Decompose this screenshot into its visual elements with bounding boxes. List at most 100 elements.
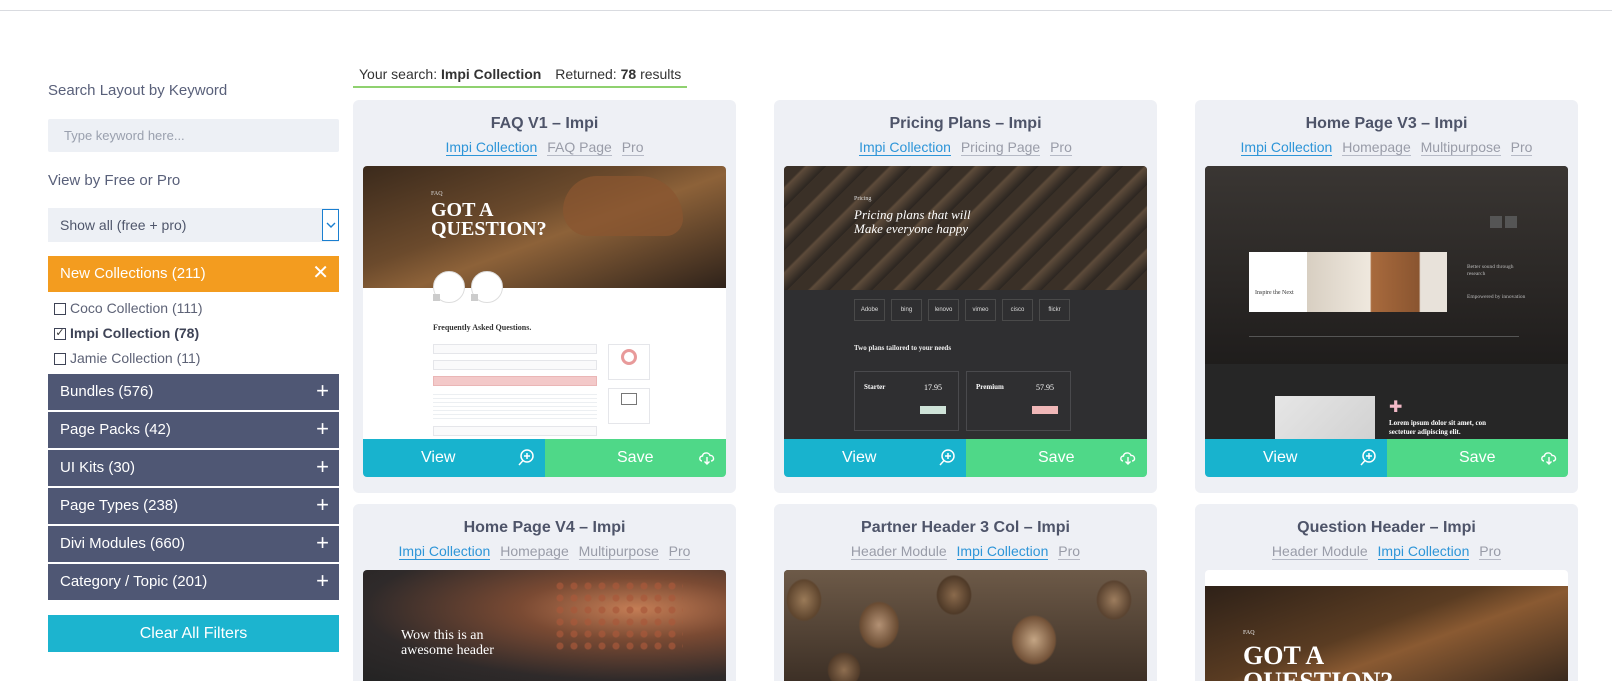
filter-divi-modules[interactable]: Divi Modules (660) + <box>48 526 339 562</box>
filter-page-types[interactable]: Page Types (238) + <box>48 488 339 524</box>
keyword-search-input[interactable] <box>48 119 339 152</box>
view-button[interactable]: View <box>1205 439 1387 477</box>
view-button[interactable]: View <box>784 439 966 477</box>
plus-icon[interactable]: + <box>316 488 329 522</box>
tag-link[interactable]: Impi Collection <box>1377 543 1470 560</box>
filter-category-topic[interactable]: Category / Topic (201) + <box>48 564 339 600</box>
result-count-suffix: results <box>640 66 682 82</box>
plan-price: 17.95 <box>924 383 942 392</box>
tag-link[interactable]: Impi Collection <box>859 139 951 156</box>
filter-option-jamie[interactable]: Jamie Collection (11) <box>54 346 339 371</box>
save-button[interactable]: Save <box>966 439 1147 477</box>
tag-link[interactable]: Pro <box>621 139 644 156</box>
close-icon[interactable]: ✕ <box>312 256 329 290</box>
tag-link[interactable]: Pro <box>1050 139 1072 156</box>
tag-link[interactable]: Pro <box>1058 543 1081 560</box>
top-divider <box>0 10 1612 11</box>
card-title[interactable]: Home Page V3 – Impi <box>1195 114 1578 134</box>
layout-preview-image[interactable]: FAQ GOT A QUESTION? <box>1205 570 1568 681</box>
card-title[interactable]: Pricing Plans – Impi <box>774 114 1157 134</box>
thumb-side-text: Empowered by innovation <box>1467 294 1526 300</box>
checkbox[interactable] <box>54 352 66 365</box>
tag-link[interactable]: Impi Collection <box>1240 139 1333 156</box>
free-pro-selected-value: Show all (free + pro) <box>60 217 187 233</box>
faq-answer <box>433 391 597 419</box>
tag-link[interactable]: Multipurpose <box>578 543 659 560</box>
tag-link[interactable]: Impi Collection <box>398 543 491 560</box>
layout-preview-image[interactable]: Pricing Pricing plans that will Make eve… <box>784 166 1147 439</box>
plan-button <box>920 406 946 414</box>
tag-link[interactable]: Homepage <box>500 543 569 560</box>
filter-option-impi[interactable]: ✓ Impi Collection (78) <box>54 321 339 346</box>
layout-preview-image[interactable]: Inspire the Next Better sound through re… <box>1205 166 1568 439</box>
clear-all-filters-button[interactable]: Clear All Filters <box>48 615 339 652</box>
layout-card: FAQ V1 – Impi Impi Collection FAQ Page P… <box>353 100 736 493</box>
plan-button <box>1032 406 1058 414</box>
thumb-headline: GOT A <box>1243 641 1325 670</box>
free-pro-select[interactable]: Show all (free + pro) <box>48 208 339 242</box>
view-button[interactable]: View <box>363 439 545 477</box>
filter-page-packs[interactable]: Page Packs (42) + <box>48 412 339 448</box>
plus-icon[interactable]: + <box>316 374 329 408</box>
chevron-down-icon[interactable] <box>322 209 339 241</box>
nav-arrow <box>1505 216 1517 228</box>
tag-link[interactable]: Pro <box>1510 139 1533 156</box>
tag-link[interactable]: Impi Collection <box>445 139 538 156</box>
plan-card <box>966 371 1071 431</box>
card-title[interactable]: Partner Header 3 Col – Impi <box>774 518 1157 538</box>
save-button[interactable]: Save <box>1387 439 1568 477</box>
filter-label: New Collections (211) <box>60 265 206 282</box>
filter-new-collections[interactable]: New Collections (211) ✕ <box>48 256 339 292</box>
thumb-headline: GOT A <box>431 199 494 221</box>
checkbox-checked[interactable]: ✓ <box>54 327 66 340</box>
monitor-icon <box>621 393 637 405</box>
filter-groups: New Collections (211) ✕ Coco Collection … <box>48 256 339 600</box>
thumb-headline: Make everyone happy <box>854 221 969 236</box>
cloud-download-icon <box>1541 452 1557 465</box>
layout-preview-image[interactable]: Wow this is an awesome header <box>363 570 726 681</box>
plus-icon: ✚ <box>1389 399 1403 416</box>
filter-sidebar: Search Layout by Keyword View by Free or… <box>48 80 339 652</box>
search-summary: Your search: Impi Collection Returned: 7… <box>353 62 688 88</box>
card-tags: Header Module Impi Collection Pro <box>774 540 1157 562</box>
save-label: Save <box>1459 449 1496 466</box>
card-title[interactable]: Home Page V4 – Impi <box>353 518 736 538</box>
zoom-in-icon <box>939 449 955 466</box>
card-title[interactable]: Question Header – Impi <box>1195 518 1578 538</box>
partner-logo: vimeo <box>965 299 996 321</box>
tag-link[interactable]: Multipurpose <box>1420 139 1501 156</box>
filter-option-coco[interactable]: Coco Collection (111) <box>54 296 339 321</box>
filter-label: Bundles (576) <box>60 383 154 400</box>
card-title[interactable]: FAQ V1 – Impi <box>353 114 736 134</box>
tag-link[interactable]: Impi Collection <box>956 543 1049 560</box>
filter-bundles[interactable]: Bundles (576) + <box>48 374 339 410</box>
tag-link[interactable]: Header Module <box>850 543 947 560</box>
save-button[interactable]: Save <box>545 439 726 477</box>
result-count: 78 <box>620 66 637 82</box>
layout-card: Pricing Plans – Impi Impi Collection Pri… <box>774 100 1157 493</box>
filter-ui-kits[interactable]: UI Kits (30) + <box>48 450 339 486</box>
thumb-caption: Inspire the Next <box>1255 290 1294 296</box>
save-label: Save <box>1038 449 1075 466</box>
card-tags: Impi Collection Pricing Page Pro <box>774 136 1157 158</box>
pinecones-photo <box>784 570 1147 681</box>
tag-link[interactable]: Homepage <box>1342 139 1411 156</box>
plus-icon[interactable]: + <box>316 526 329 560</box>
layout-preview-image[interactable]: FAQ GOT A QUESTION? Frequently Asked Que… <box>363 166 726 439</box>
cloud-download-icon <box>1120 452 1136 465</box>
dot <box>433 294 440 301</box>
tag-link[interactable]: Pro <box>1479 543 1502 560</box>
tag-link[interactable]: Pricing Page <box>960 139 1041 156</box>
checkbox[interactable] <box>54 302 66 315</box>
tag-link[interactable]: Pro <box>668 543 691 560</box>
thumb-side-text: Better sound through research <box>1467 264 1514 277</box>
option-label: Coco Collection (111) <box>70 300 203 316</box>
tag-link[interactable]: FAQ Page <box>547 139 612 156</box>
thumb-section-title: Frequently Asked Questions. <box>433 323 532 332</box>
tag-link[interactable]: Header Module <box>1271 543 1368 560</box>
search-heading: Search Layout by Keyword <box>48 82 228 99</box>
plus-icon[interactable]: + <box>316 412 329 446</box>
plus-icon[interactable]: + <box>316 564 329 598</box>
layout-preview-image[interactable] <box>784 570 1147 681</box>
plus-icon[interactable]: + <box>316 450 329 484</box>
